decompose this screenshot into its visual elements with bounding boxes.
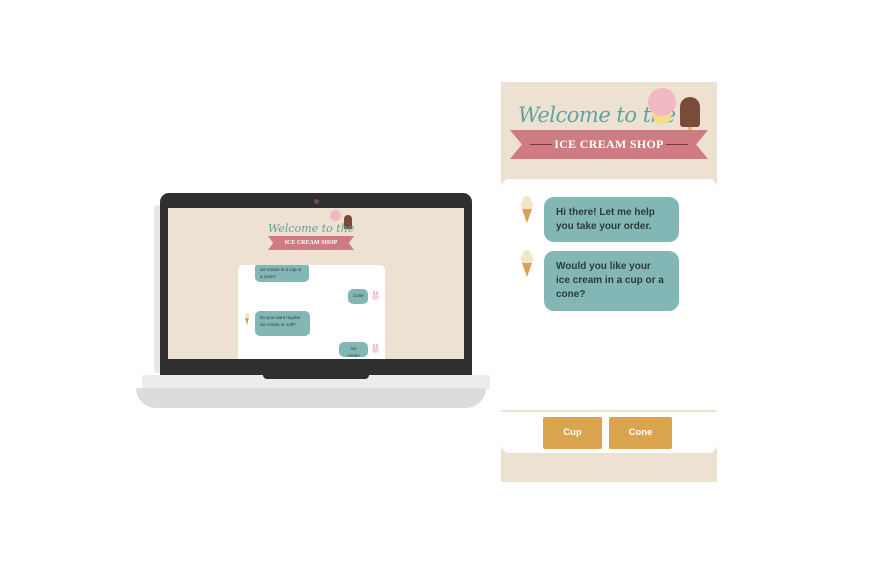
mini-user-message: Cone — [348, 289, 368, 304]
chat-window: Hi there! Let me help you take your orde… — [501, 179, 717, 453]
bunny-icon — [372, 344, 379, 354]
ice-cream-scoop-icon — [330, 210, 341, 221]
webcam — [314, 199, 319, 204]
laptop-base-bottom — [136, 388, 486, 408]
mini-welcome-title: Welcome to the — [268, 222, 355, 235]
cup-button[interactable]: Cup — [543, 417, 602, 449]
shop-banner: ICE CREAM SHOP — [510, 130, 708, 159]
laptop-lid: Welcome to the ICE CREAM SHOP ice cream … — [160, 193, 472, 377]
laptop-screen: Welcome to the ICE CREAM SHOP ice cream … — [168, 208, 464, 359]
mini-bot-message: Do you want regular ice cream or soft? — [255, 311, 310, 336]
laptop-notch — [263, 375, 369, 379]
ice-cream-cone-icon — [521, 196, 533, 225]
mini-bot-message: ice cream in a cup or a cone? — [255, 265, 309, 282]
popsicle-icon — [680, 97, 700, 127]
mini-user-message: Ice cream — [339, 342, 368, 358]
laptop-mockup: Welcome to the ICE CREAM SHOP ice cream … — [136, 193, 492, 408]
mini-banner: ICE CREAM SHOP — [268, 236, 354, 250]
ice-cream-cone-icon — [245, 313, 250, 325]
bot-message: Would you like your ice cream in a cup o… — [544, 251, 679, 311]
cone-button[interactable]: Cone — [609, 417, 672, 449]
ice-cream-scoop-icon — [648, 88, 676, 116]
banner-title: ICE CREAM SHOP — [554, 137, 664, 151]
mini-chat-window: ice cream in a cup or a cone? Cone Do yo… — [238, 265, 385, 359]
bunny-icon — [372, 291, 379, 301]
chat-divider — [501, 410, 717, 412]
chatbot-panel: Welcome to the ICE CREAM SHOP Hi there! … — [501, 82, 717, 482]
bot-message: Hi there! Let me help you take your orde… — [544, 197, 679, 242]
ice-cream-cone-icon — [521, 250, 533, 279]
